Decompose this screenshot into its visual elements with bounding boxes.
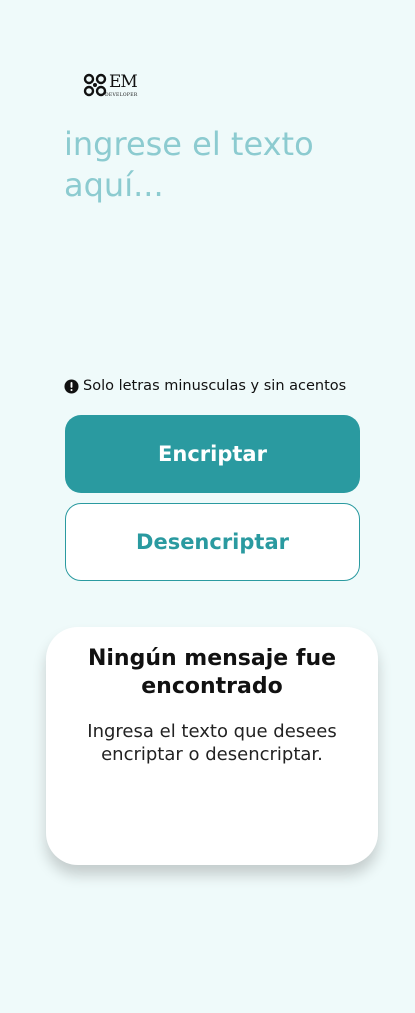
input-hint: Solo letras minusculas y sin acentos — [64, 378, 346, 394]
result-card: Ningún mensaje fue encontrado Ingresa el… — [46, 627, 378, 865]
exclamation-circle-icon — [64, 378, 79, 394]
hint-text: Solo letras minusculas y sin acentos — [83, 378, 347, 394]
result-title: Ningún mensaje fue encontrado — [87, 646, 337, 699]
result-description: Ingresa el texto que desees encriptar o … — [87, 721, 337, 765]
encrypt-button[interactable]: Encriptar — [65, 415, 360, 493]
logo: EM DEVELOPER — [83, 72, 138, 100]
logo-mark-icon — [83, 73, 107, 97]
text-input[interactable] — [64, 124, 364, 344]
decrypt-button[interactable]: Desencriptar — [65, 503, 360, 581]
logo-name: EM — [109, 72, 138, 92]
logo-subtitle: DEVELOPER — [105, 93, 138, 98]
